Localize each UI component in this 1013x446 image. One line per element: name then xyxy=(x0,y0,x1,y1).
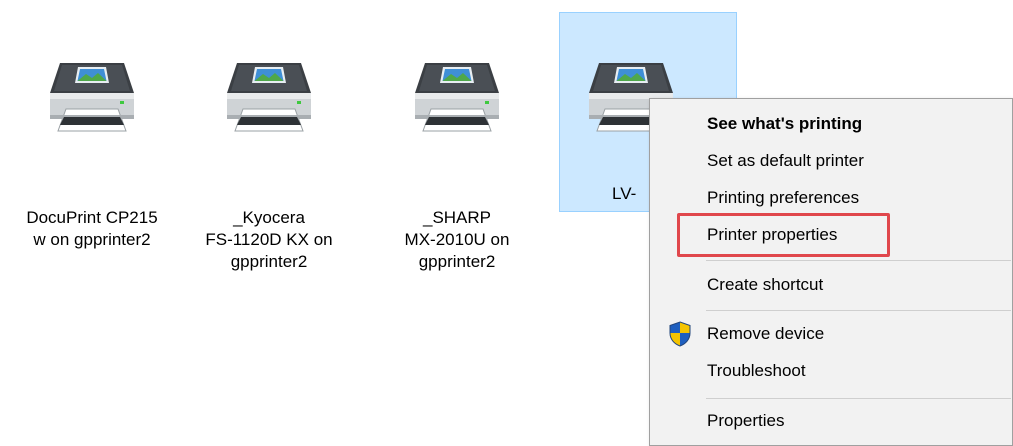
menu-item-troubleshoot[interactable]: Troubleshoot xyxy=(650,353,1012,389)
printer-label-line: w on gpprinter2 xyxy=(33,230,151,249)
printer-label-line: MX-2010U on xyxy=(404,230,510,249)
menu-separator xyxy=(706,310,1011,311)
menu-item-set-as-default-printer[interactable]: Set as default printer xyxy=(650,143,1012,179)
printer-label-line: _SHARP xyxy=(422,208,492,227)
printer-tile-kyocera[interactable]: _Kyocera FS-1120D KX on gpprinter2 xyxy=(180,12,358,271)
printer-icon xyxy=(223,53,315,139)
printer-label-line: _Kyocera xyxy=(233,208,305,227)
menu-item-properties[interactable]: Properties xyxy=(650,403,1012,439)
menu-item-see-whats-printing[interactable]: See what's printing xyxy=(650,106,1012,142)
menu-item-label: Remove device xyxy=(707,324,825,343)
printer-label-line: DocuPrint CP215 xyxy=(26,208,158,227)
printer-tile-docuprint[interactable]: DocuPrint CP215 w on gpprinter2 xyxy=(3,12,181,249)
menu-separator xyxy=(706,398,1011,399)
printer-label: _Kyocera FS-1120D KX on gpprinter2 xyxy=(181,207,357,273)
printer-icon xyxy=(46,53,138,139)
printer-label-line: gpprinter2 xyxy=(230,252,308,271)
menu-item-create-shortcut[interactable]: Create shortcut xyxy=(650,267,1012,303)
printer-label: _SHARP MX-2010U on gpprinter2 xyxy=(369,207,545,273)
uac-shield-icon xyxy=(669,321,691,347)
context-menu: See what's printing Set as default print… xyxy=(649,98,1013,446)
menu-separator xyxy=(706,260,1011,261)
printer-label-line: gpprinter2 xyxy=(418,252,496,271)
menu-item-printing-preferences[interactable]: Printing preferences xyxy=(650,180,1012,216)
printer-label: DocuPrint CP215 w on gpprinter2 xyxy=(4,207,180,251)
menu-item-remove-device[interactable]: Remove device xyxy=(650,316,1012,352)
printer-tile-sharp[interactable]: _SHARP MX-2010U on gpprinter2 xyxy=(368,12,546,271)
printer-label-line: FS-1120D KX on xyxy=(205,230,333,249)
printer-icon xyxy=(411,53,503,139)
highlight-annotation-box xyxy=(677,213,890,257)
devices-and-printers-view: DocuPrint CP215 w on gpprinter2 _Kyocera… xyxy=(0,0,1013,446)
